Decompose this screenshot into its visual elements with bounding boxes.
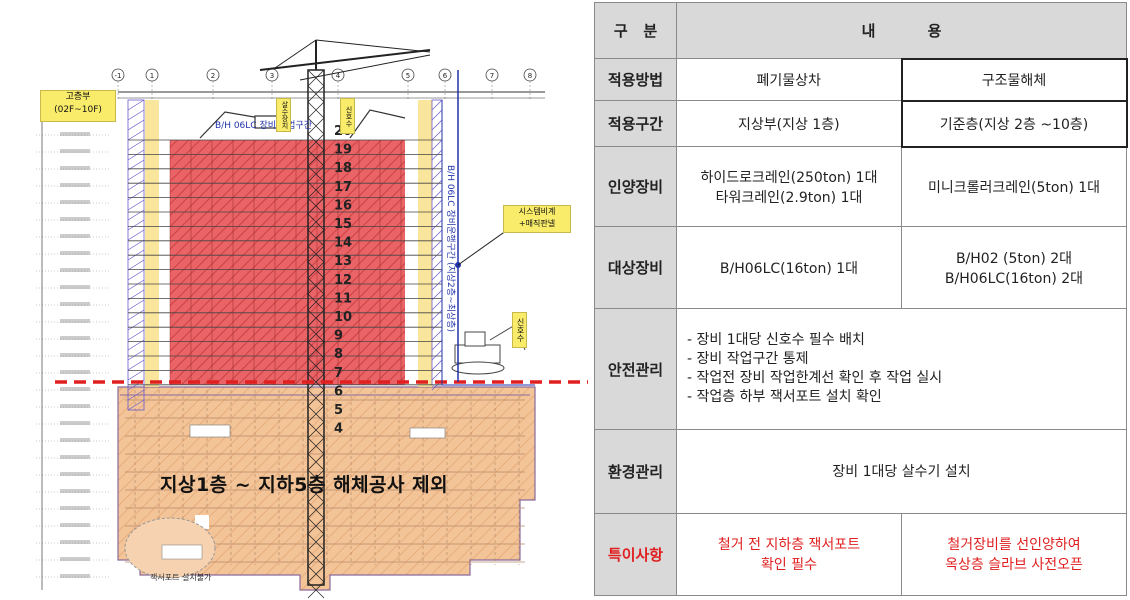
- floor-number: 7: [334, 366, 343, 381]
- floor-number: 15: [334, 217, 352, 232]
- grid-bubble-label: 7: [490, 72, 494, 80]
- row-label-environment: 환경관리: [594, 428, 677, 514]
- floor-number: 18: [334, 161, 352, 176]
- row-label-special: 특이사항: [594, 512, 677, 597]
- bh-work-label: B/H 06LC 장비 작업구간: [215, 120, 312, 131]
- row-label-method: 적용방법: [594, 58, 677, 102]
- row-label-lifting: 인양장비: [594, 146, 677, 228]
- safety-item: 장비 작업구간 통제: [687, 350, 1120, 369]
- floor-number: 6: [334, 384, 343, 399]
- lifting-ground: 하이드로크레인(250ton) 1대 타워크레인(2.9ton) 1대: [676, 146, 902, 228]
- floor-number: 10: [334, 310, 352, 325]
- scaffold-right: [418, 100, 432, 387]
- method-typical: 구조물해체: [900, 57, 1128, 102]
- grid-bubble-label: 2: [211, 72, 215, 80]
- special-typical: 철거장비를 선인양하여 옥상층 슬라브 사전오픈: [900, 512, 1128, 597]
- floor-number: 17: [334, 180, 352, 195]
- row-label-section: 적용구간: [594, 100, 677, 148]
- bh-route-label: B/H 06LC 장비운행구간 (지상2층~최상층): [445, 165, 457, 332]
- special-ground: 철거 전 지하층 잭서포트 확인 필수: [676, 512, 902, 597]
- grid-bubble-label: 8: [528, 72, 532, 80]
- row-label-target: 대상장비: [594, 226, 677, 310]
- header-content: 내 용: [675, 1, 1128, 60]
- floor-number: 16: [334, 198, 352, 213]
- environment-content: 장비 1대당 살수기 설치: [675, 428, 1128, 514]
- demolition-zone: [170, 140, 405, 385]
- floor-number: 9: [334, 329, 343, 344]
- grid-bubble-label: -1: [115, 72, 122, 80]
- section-typical: 기준층(지상 2층 ~10층): [900, 99, 1128, 148]
- floor-number: 11: [334, 291, 352, 306]
- scaffold-left: [145, 100, 159, 387]
- floor-number: 8: [334, 347, 343, 362]
- target-ground: B/H06LC(16ton) 1대: [676, 226, 902, 310]
- floor-number: 5: [334, 403, 343, 418]
- excluded-scope-text: 지상1층 ~ 지하5층 해체공사 제외: [160, 474, 449, 496]
- jack-support-note: 잭서포트 설치불가: [150, 573, 212, 582]
- lifting-typical: 미니크롤러크레인(5ton) 1대: [900, 146, 1128, 228]
- header-category: 구 분: [594, 1, 677, 60]
- floor-number: 12: [334, 273, 352, 288]
- grid-bubble-label: 3: [270, 72, 274, 80]
- safety-content: 장비 1대당 신호수 필수 배치 장비 작업구간 통제 작업전 장비 작업한계선…: [675, 308, 1128, 430]
- high-rise-tag: 고층부 (02F~10F): [40, 90, 116, 122]
- safety-item: 작업층 하부 잭서포트 설치 확인: [687, 388, 1120, 407]
- target-typical: B/H02 (5ton) 2대 B/H06LC(16ton) 2대: [900, 226, 1128, 310]
- grid-bubble-label: 6: [443, 72, 448, 80]
- floor-number: 14: [334, 236, 352, 251]
- signal-person-tag-right: 신호수: [512, 312, 527, 348]
- floor-number: 4: [334, 422, 343, 437]
- floor-number: 13: [334, 254, 352, 269]
- grid-bubble-label: 5: [406, 72, 410, 80]
- safety-item: 작업전 장비 작업한계선 확인 후 작업 실시: [687, 369, 1120, 388]
- signal-person-tag-left: 신호수: [340, 98, 355, 134]
- safety-item: 장비 1대당 신호수 필수 배치: [687, 331, 1120, 350]
- row-label-safety: 안전관리: [594, 308, 677, 430]
- section-ground: 지상부(지상 1층): [676, 100, 902, 148]
- grid-bubble-label: 1: [150, 72, 154, 80]
- signal-person-tag-top: 살수장치: [276, 98, 291, 132]
- method-ground: 폐기물상차: [676, 58, 902, 102]
- floor-number: 19: [334, 143, 352, 158]
- system-scaffold-tag: 시스템비계 +매직판넬: [503, 205, 571, 233]
- demolition-plan-table: 구 분 내 용 적용방법 폐기물상차 구조물해체 적용구간 지상부(지상 1층)…: [594, 1, 1128, 597]
